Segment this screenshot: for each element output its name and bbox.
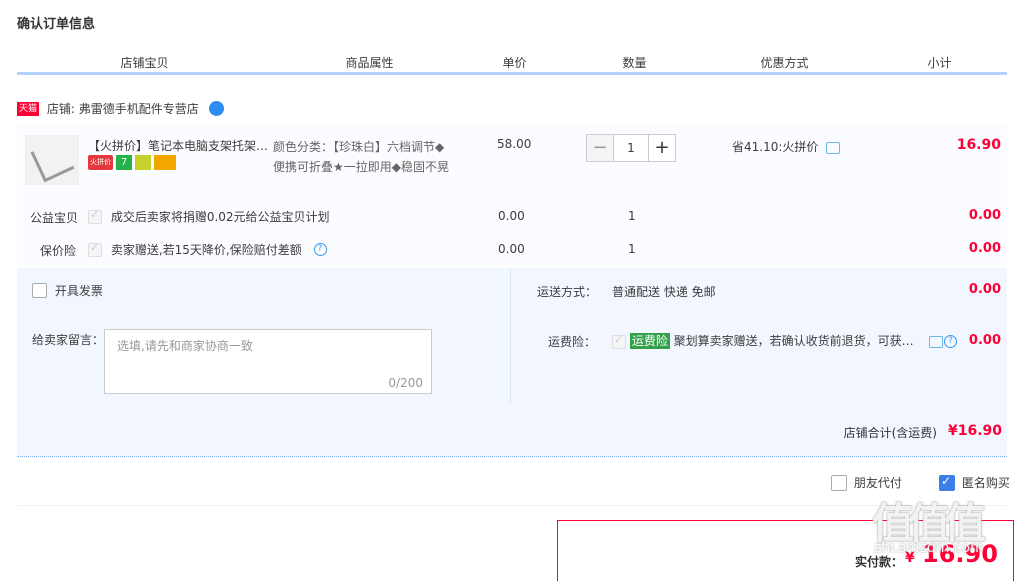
product-title-link[interactable]: 【火拼价】笔记本电脑支架托架… xyxy=(88,137,270,155)
invoice-label: 开具发票 xyxy=(54,284,103,298)
unit-price: 58.00 xyxy=(497,137,532,151)
charity-checkbox[interactable] xyxy=(88,208,102,224)
charity-option: 成交后卖家将捐赠0.02元给公益宝贝计划 xyxy=(88,208,330,225)
page-title: 确认订单信息 xyxy=(17,17,96,32)
shop-row: 天猫 店铺: 弗雷德手机配件专营店 xyxy=(17,100,224,120)
sku-line-2: 便携可折叠★一拉即用◆稳固不晃 xyxy=(273,160,449,174)
huopin-price-badge: 火拼价 xyxy=(88,155,113,170)
shop-total-label: 店铺合计(含运费) xyxy=(843,426,937,440)
table-header: 店铺宝贝 商品属性 单价 数量 优惠方式 小计 xyxy=(17,48,1007,75)
anonymous-checkbox[interactable] xyxy=(939,474,955,491)
freight-insurance-tag: 运费险 xyxy=(629,333,670,349)
insurance-price: 0.00 xyxy=(498,242,525,256)
freight-insurance-text: 聚划算卖家赠送，若确认收货前退货，可获… xyxy=(673,334,914,348)
col-header-unit-price: 单价 xyxy=(502,56,527,70)
freight-help-icon[interactable]: ? xyxy=(944,335,957,348)
shop-total-row: 店铺合计(含运费) ¥16.90 xyxy=(17,404,1007,457)
panel-divider xyxy=(510,268,511,404)
tmall-badge: 天猫 xyxy=(17,101,40,116)
freight-insurance-amount: 0.00 xyxy=(968,333,1001,348)
help-icon[interactable]: ? xyxy=(313,243,327,256)
product-sku: 颜色分类：【珍珠白】六档调节◆ 便携可折叠★一拉即用◆稳固不晃 xyxy=(273,137,453,177)
promo-info: 省41.10:火拼价 xyxy=(732,138,841,155)
shipping-amount: 0.00 xyxy=(968,282,1001,297)
insurance-qty: 1 xyxy=(628,242,636,256)
anonymous-option[interactable]: 匿名购买 xyxy=(939,474,1010,491)
shop-name-link[interactable]: 弗雷德手机配件专营店 xyxy=(79,102,199,116)
product-thumbnail[interactable] xyxy=(25,135,79,185)
freight-insurance-option: 运费险 聚划算卖家赠送，若确认收货前退货，可获… xyxy=(612,332,924,349)
watermark-site: zhi.smzdm.com xyxy=(874,540,984,556)
col-header-discount: 优惠方式 xyxy=(760,56,809,70)
seller-message-input[interactable]: 选填,请先和商家协商一致 0/200 xyxy=(104,329,432,394)
qty-plus-button[interactable]: + xyxy=(648,134,676,162)
insurance-checkbox[interactable] xyxy=(88,241,102,257)
shop-label: 店铺: xyxy=(46,102,75,116)
invoice-option[interactable]: 开具发票 xyxy=(32,282,103,299)
insurance-subtotal: 0.00 xyxy=(968,241,1001,256)
charity-text: 成交后卖家将捐赠0.02元给公益宝贝计划 xyxy=(110,210,330,224)
quantity-stepper: −1 + xyxy=(586,134,676,162)
col-header-subtotal: 小计 xyxy=(927,56,952,70)
insurance-option: 卖家赠送,若15天降价,保险赔付差额 ? xyxy=(88,241,327,258)
insurance-label: 保价险 xyxy=(40,244,77,258)
shipping-method: 普通配送 快递 免邮 xyxy=(612,285,716,299)
charity-qty: 1 xyxy=(628,209,636,223)
freight-insurance-checkbox[interactable] xyxy=(612,333,626,349)
col-header-attributes: 商品属性 xyxy=(345,56,394,70)
anonymous-label: 匿名购买 xyxy=(961,476,1010,490)
card-icon xyxy=(154,155,176,170)
memo-placeholder: 选填,请先和商家协商一致 xyxy=(117,339,253,353)
friend-pay-label: 朋友代付 xyxy=(853,476,902,490)
freight-insurance-icons: ? xyxy=(929,334,957,348)
promo-detail-icon[interactable] xyxy=(826,141,841,154)
qty-input[interactable]: 1 xyxy=(614,134,648,162)
insurance-text: 卖家赠送,若15天降价,保险赔付差额 xyxy=(110,243,302,257)
product-badges: 火拼价 7 xyxy=(88,155,179,171)
wangwang-chat-icon[interactable] xyxy=(208,101,224,116)
promo-text: 省41.10:火拼价 xyxy=(732,140,819,154)
shop-total-value: ¥16.90 xyxy=(947,423,1002,439)
freight-insurance-label: 运费险： xyxy=(548,335,597,349)
shipping-label: 运送方式： xyxy=(537,285,598,299)
sku-line-1: 颜色分类：【珍珠白】六档调节◆ xyxy=(273,140,445,154)
seven-day-return-icon: 7 xyxy=(116,155,132,170)
item-subtotal: 16.90 xyxy=(956,137,1001,153)
shield-icon xyxy=(135,155,151,170)
memo-char-counter: 0/200 xyxy=(388,376,423,390)
friend-pay-checkbox[interactable] xyxy=(831,474,847,491)
memo-label: 给卖家留言： xyxy=(32,333,105,347)
col-header-shop-item: 店铺宝贝 xyxy=(120,56,169,70)
chat-icon[interactable] xyxy=(929,335,943,348)
qty-minus-button[interactable]: − xyxy=(586,134,614,162)
col-header-quantity: 数量 xyxy=(622,56,647,70)
charity-label: 公益宝贝 xyxy=(30,211,79,225)
friend-pay-option[interactable]: 朋友代付 xyxy=(831,474,902,491)
charity-subtotal: 0.00 xyxy=(968,208,1001,223)
divider xyxy=(17,505,1007,506)
charity-price: 0.00 xyxy=(498,209,525,223)
invoice-checkbox[interactable] xyxy=(32,283,47,298)
